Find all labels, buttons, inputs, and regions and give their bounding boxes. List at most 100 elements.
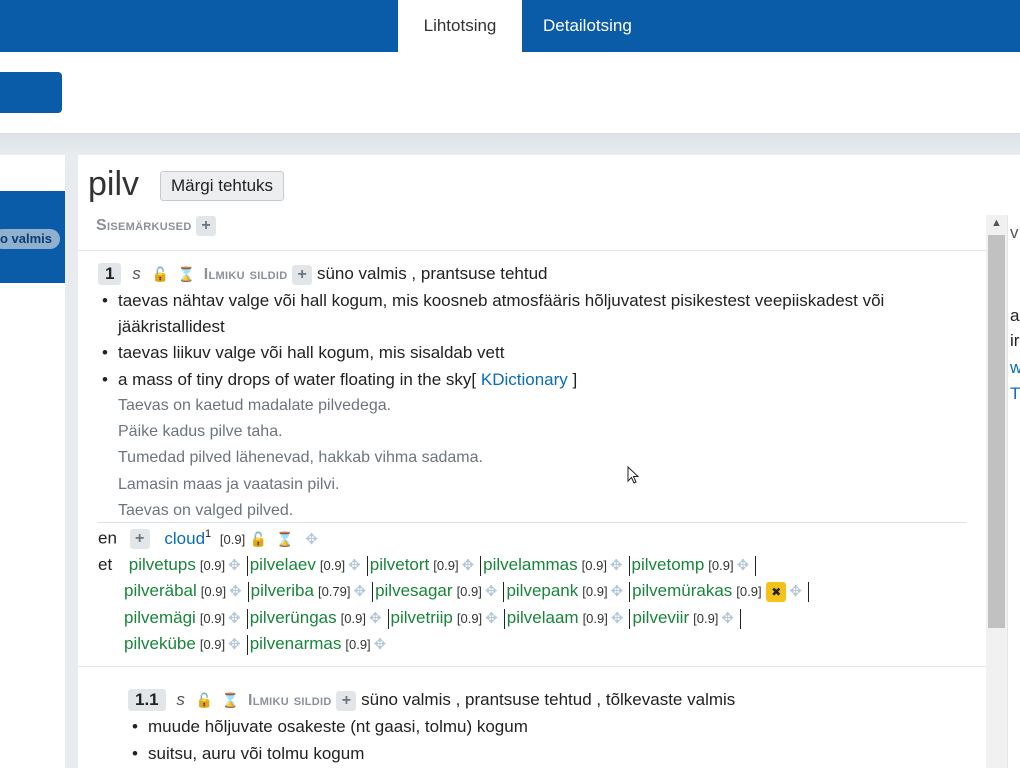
translation-link[interactable]: pilvetomp [632,555,705,574]
fragment-link[interactable]: T [1010,384,1020,404]
translation-link[interactable]: pilveräbal [124,581,197,600]
move-icon[interactable]: ✥ [353,583,366,600]
translation-link[interactable]: pilvelammas [483,555,577,574]
definition-text: a mass of tiny drops of water floating i… [118,370,472,389]
separator [372,581,374,602]
usage-example: Tumedad pilved lähenevad, hakkab vihma s… [118,449,483,466]
move-icon[interactable]: ✥ [789,583,802,600]
translation-row-en: en + cloud1 [0.9] 🔓 ⌛ ✥ [98,528,321,550]
selected-result-item[interactable]: o valmis [0,191,65,283]
move-icon[interactable]: ✥ [462,557,475,574]
hourglass-icon[interactable]: ⌛ [276,531,293,547]
search-bar [0,52,1020,134]
divider [78,666,986,667]
tags-value: süno valmis , prantsuse tehtud , tõlkeva… [361,690,736,709]
translation-link[interactable]: cloud [164,529,205,548]
separator [629,608,631,629]
translation-link[interactable]: pilvelaam [507,608,579,627]
move-icon[interactable]: ✥ [369,610,382,627]
register-label: s [176,690,185,709]
move-icon[interactable]: ✥ [611,583,624,600]
separator [740,608,741,629]
tab-detailotsing[interactable]: Detailotsing [543,0,632,52]
scroll-thumb[interactable] [988,235,1005,628]
translation-link[interactable]: pilvetriip [391,608,453,627]
tab-lihtotsing[interactable]: Lihtotsing [398,0,522,52]
add-tag-button[interactable]: + [336,690,357,711]
separator [755,555,757,576]
separator [246,634,248,655]
mouse-cursor-icon [627,466,639,484]
translation-link[interactable]: pilveviir [632,608,689,627]
translation-link[interactable]: pilverüngas [250,608,337,627]
move-icon[interactable]: ✥ [228,610,241,627]
search-button[interactable] [0,72,62,113]
divider [98,522,966,523]
meaning-number[interactable]: 1 [98,263,122,285]
separator [246,608,248,629]
translation-link[interactable]: pilvetort [370,555,430,574]
add-note-button[interactable]: + [196,216,217,236]
definition: a mass of tiny drops of water floating i… [98,367,948,393]
chevron-up-icon[interactable]: ▲ [991,217,1002,229]
move-icon[interactable]: ✥ [737,557,750,574]
translation-link[interactable]: pilvekübe [124,634,196,653]
weight: [0.9] [456,584,482,599]
move-icon[interactable]: ✥ [610,557,623,574]
weight: [0.9] [200,584,227,599]
move-icon[interactable]: ✥ [721,610,734,627]
right-panel-fragment: v a ir w T [1007,215,1020,768]
move-icon[interactable]: ✥ [348,557,361,574]
move-icon[interactable]: ✥ [305,531,318,548]
separator [366,555,368,576]
translation-link[interactable]: pilvesagar [375,581,453,600]
separator [628,555,630,576]
header-shadow [0,134,1020,156]
separator [503,581,505,602]
weight: [0.9] [581,558,607,573]
move-icon[interactable]: ✥ [611,610,624,627]
fragment-text: a [1010,306,1020,325]
translation-link[interactable]: pilvenarmas [250,634,342,653]
hourglass-icon[interactable]: ⌛ [222,692,239,708]
weight: [0.9] [456,611,483,626]
source-link[interactable]: KDictionary [481,370,568,389]
source-bracket: [ [471,370,477,389]
scrollbar[interactable]: ▲ [986,215,1007,768]
left-results-panel: o valmis [0,155,65,768]
translation-link[interactable]: pilveriba [251,581,314,600]
lang-label: en [98,528,117,548]
definition: suitsu, auru või tolmu kogum [128,741,928,767]
move-icon[interactable]: ✥ [485,610,498,627]
move-icon[interactable]: ✥ [374,636,387,653]
weight: [0.9] [219,531,246,547]
add-tag-button[interactable]: + [292,264,313,285]
translation-link[interactable]: pilvelaev [250,555,316,574]
unlock-icon[interactable]: 🔓 [151,266,168,282]
separator [246,555,248,576]
add-translation-button[interactable]: + [129,529,150,550]
hourglass-icon[interactable]: ⌛ [178,266,195,282]
homonym-number: 1 [205,528,212,540]
lang-label: et [98,555,113,574]
separator [387,608,389,629]
translation-link[interactable]: pilvepank [506,581,578,600]
fragment-link[interactable]: w [1010,358,1020,378]
top-navbar: Lihtotsing Detailotsing [0,0,1020,52]
move-icon[interactable]: ✥ [229,583,242,600]
unlock-icon[interactable]: 🔓 [196,692,213,708]
move-icon[interactable]: ✥ [485,583,498,600]
unlock-icon[interactable]: 🔓 [250,531,267,547]
meaning-header: 1 s 🔓 ⌛ Ilmiku sildid + süno valmis , pr… [98,263,548,285]
translation-link[interactable]: pilvemägi [124,608,196,627]
translation-link[interactable]: pilvemürakas [632,581,732,600]
translation-link[interactable]: pilvetups [129,555,196,574]
move-icon[interactable]: ✥ [228,557,241,574]
usage-example: Taevas on kaetud madalate pilvedega. [118,397,392,414]
weight: [0.9] [319,558,346,573]
weight: [0.9] [736,584,762,599]
move-icon[interactable]: ✥ [228,636,241,653]
delete-icon[interactable]: ✖ [766,581,787,602]
meaning-number[interactable]: 1.1 [128,689,166,711]
mark-done-button[interactable]: Märgi tehtuks [160,171,285,201]
